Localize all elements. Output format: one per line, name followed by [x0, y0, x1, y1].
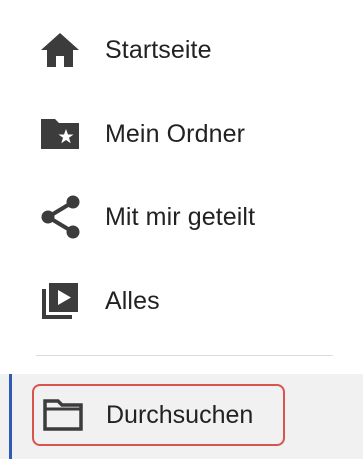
- nav-item-label: Startseite: [105, 35, 212, 64]
- nav-item-label: Durchsuchen: [106, 400, 254, 429]
- side-navigation: Startseite Mein Ordner Mit mir geteilt A…: [0, 0, 363, 461]
- nav-item-home[interactable]: Startseite: [0, 22, 363, 78]
- nav-item-all[interactable]: Alles: [0, 273, 363, 329]
- video-library-icon: [38, 279, 82, 323]
- folder-outline-icon: [41, 395, 85, 435]
- nav-item-label: Alles: [105, 286, 160, 315]
- active-indicator: [9, 374, 12, 459]
- nav-item-label: Mit mir geteilt: [105, 202, 256, 231]
- folder-star-icon: [38, 112, 82, 156]
- share-icon: [38, 195, 82, 239]
- nav-item-label: Mein Ordner: [105, 119, 246, 148]
- nav-item-browse[interactable]: Durchsuchen: [32, 384, 285, 446]
- nav-item-my-folder[interactable]: Mein Ordner: [0, 106, 363, 162]
- home-icon: [38, 28, 82, 72]
- divider: [36, 355, 333, 356]
- nav-item-shared-with-me[interactable]: Mit mir geteilt: [0, 189, 363, 245]
